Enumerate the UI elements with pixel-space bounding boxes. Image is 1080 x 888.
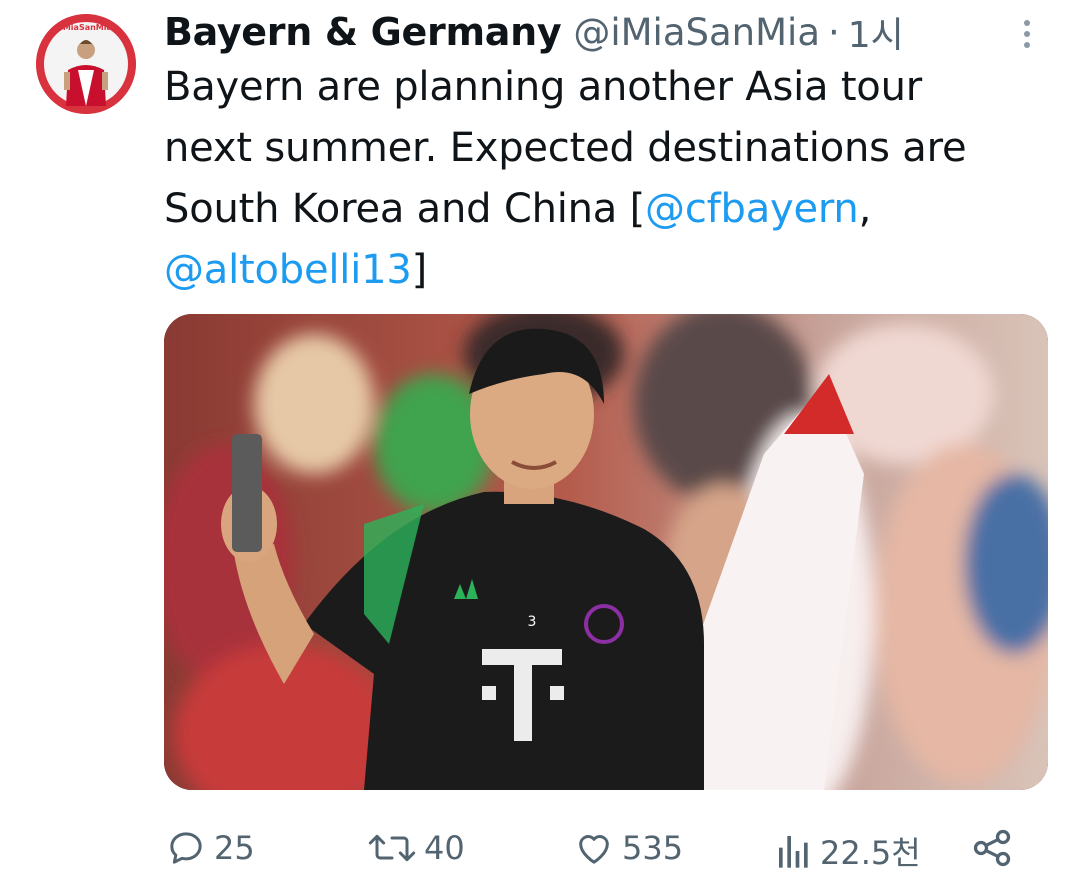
author-avatar[interactable]: iMiaSanMia [36,14,136,114]
tweet-text-line-3-text: South Korea and China [ [164,186,646,232]
heart-icon [579,835,609,864]
reply-count: 25 [214,829,255,867]
like-count: 535 [622,829,684,867]
reply-button[interactable]: 25 [166,828,255,868]
tweet-actions-bar: 25 40 535 22.5천 [164,820,1044,876]
svg-text:iMiaSanMia: iMiaSanMia [60,23,112,32]
tweet-header: Bayern & Germany @iMiaSanMia · 1시 [164,4,994,60]
share-icon [973,829,1011,867]
retweet-button[interactable]: 40 [368,828,465,868]
header-separator: · [828,10,840,54]
mention-cfbayern-link[interactable]: @cfbayern [645,186,859,232]
tweet-text-line-2: next summer. Expected destinations are [164,125,967,171]
tweet-media-photo[interactable]: 3 [164,314,1048,790]
mention-altobelli13-link[interactable]: @altobelli13 [164,247,412,293]
tweet-text-line-1: Bayern are planning another Asia tour [164,64,922,110]
profile-photo-avatar: iMiaSanMia [36,14,136,114]
views-button[interactable]: 22.5천 [776,828,921,874]
photo-player-selfie-with-fans: 3 [164,314,1048,790]
retweet-count: 40 [424,829,465,867]
tweet-text: Bayern are planning another Asia tour ne… [164,57,1044,301]
author-display-name[interactable]: Bayern & Germany [164,10,562,54]
reply-icon [170,832,202,864]
like-button[interactable]: 535 [574,828,683,868]
tweet-text-line-4: @altobelli13] [164,240,1044,301]
more-options-icon[interactable] [1010,14,1044,54]
retweet-icon [368,834,416,862]
share-button[interactable] [970,826,1014,870]
tweet-text-line-3: South Korea and China [@cfbayern, [164,179,1044,240]
views-count: 22.5천 [820,834,921,872]
tweet-timestamp[interactable]: 1시 [848,6,904,58]
jersey-number: 3 [528,614,537,630]
author-handle[interactable]: @iMiaSanMia [573,11,820,54]
analytics-icon [779,836,808,868]
tweet-text-line-3-suffix: , [858,186,872,232]
tweet-text-line-4-suffix: ] [411,247,428,293]
